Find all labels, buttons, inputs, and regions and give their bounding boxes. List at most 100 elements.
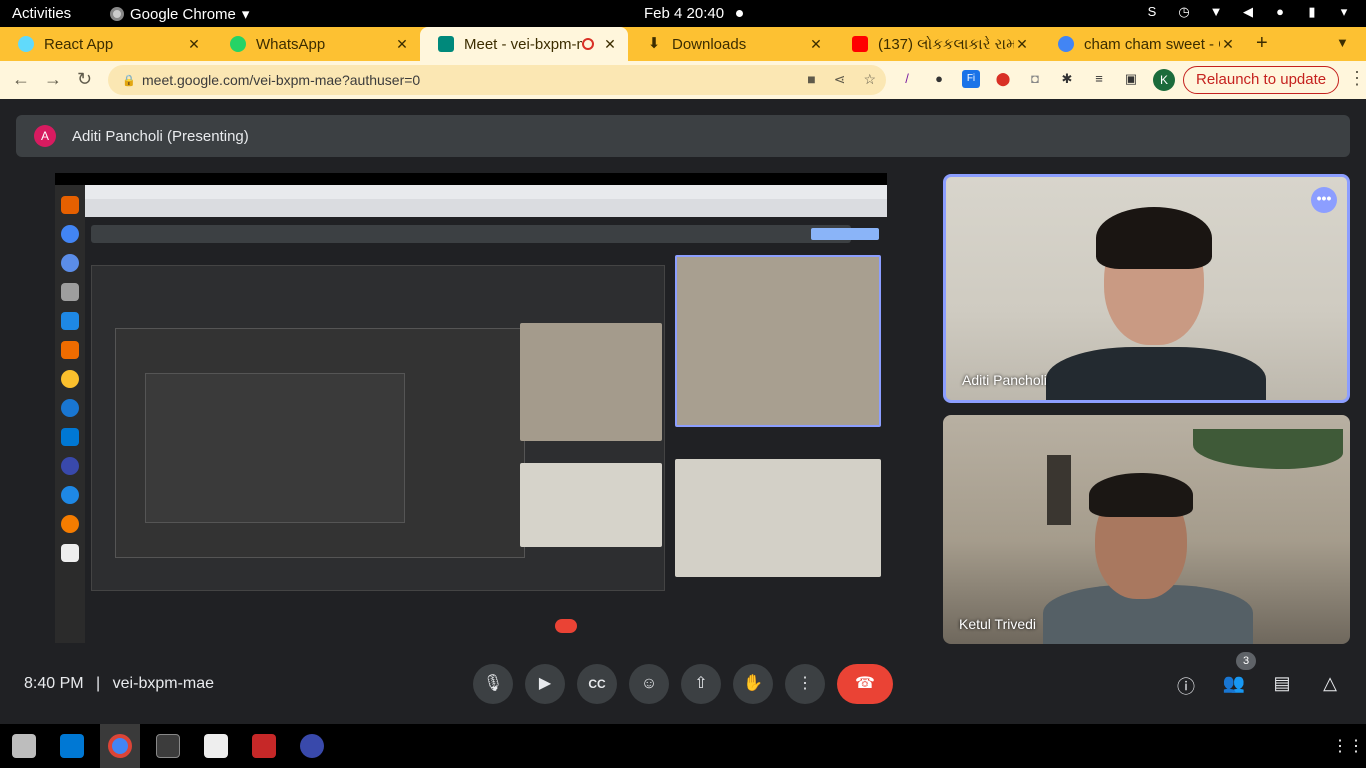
tab-label: React App	[44, 35, 114, 53]
more-vert-icon[interactable]: ⋮	[1348, 68, 1366, 89]
presenting-banner: A Aditi Pancholi (Presenting)	[16, 115, 1350, 157]
close-icon[interactable]: ✕	[808, 36, 824, 53]
terminal-icon[interactable]	[156, 734, 180, 758]
vscode-icon	[61, 428, 79, 446]
shared-end-call-icon	[555, 619, 577, 633]
close-icon[interactable]: ✕	[602, 36, 618, 53]
show-apps-grid-icon[interactable]: ⋮⋮⋮	[1332, 736, 1366, 756]
google-meet-icon	[438, 36, 454, 52]
back-arrow-icon[interactable]: ←	[12, 69, 30, 90]
side-panel-icon[interactable]: ▣	[1122, 70, 1140, 88]
chrome-icon[interactable]	[108, 734, 132, 758]
relaunch-button[interactable]: Relaunch to update	[1183, 66, 1340, 94]
reload-icon[interactable]: ↻	[77, 69, 92, 90]
present-screen-button[interactable]: ⇧	[681, 664, 721, 704]
presenter-avatar: A	[34, 125, 56, 147]
meet-controls-bar: 8:40 PM | vei-bxpm-mae 🎙 ▶ CC ☺ ⇧ ✋ ⋮ ☎ …	[0, 655, 1366, 713]
tab-downloads[interactable]: ⬇ Downloads ✕	[628, 27, 834, 61]
tab-whatsapp[interactable]: WhatsApp ✕	[212, 27, 420, 61]
chat-icon[interactable]: ▤	[1270, 673, 1294, 694]
spy-extension-icon[interactable]: ●	[930, 70, 948, 88]
extensions-area: / ● Fi ⬤ ◘ ✱ ≡ ▣	[898, 70, 1140, 88]
download-icon: ⬇	[647, 35, 661, 52]
tab-youtube[interactable]: (137) લોકકલાકારે રામ | ર ✕	[834, 27, 1040, 61]
store-icon	[61, 341, 79, 359]
participant-video-body	[1046, 347, 1266, 400]
captions-button[interactable]: CC	[577, 664, 617, 704]
participant-tile-ketul[interactable]: Ketul Trivedi	[943, 415, 1350, 644]
tab-react-app[interactable]: React App ✕	[0, 27, 212, 61]
filezilla-icon[interactable]	[252, 734, 276, 758]
chrome-icon	[110, 7, 124, 21]
participant-name: Ketul Trivedi	[959, 616, 1037, 632]
info-separator: |	[96, 675, 101, 692]
tab-meet[interactable]: Meet - vei-bxpm-m ✕	[420, 27, 628, 61]
emoji-reaction-button[interactable]: ☺	[629, 664, 669, 704]
tab-label: (137) લોકકલાકારે રામ | ર	[878, 35, 1014, 53]
meeting-details-icon[interactable]: ⓘ	[1174, 673, 1198, 699]
forward-arrow-icon[interactable]: →	[44, 69, 62, 90]
tab-google-search[interactable]: cham cham sweet - G ✕	[1040, 27, 1246, 61]
activities-button[interactable]: Activities	[12, 5, 71, 22]
app-menu[interactable]: Google Chrome ▾	[110, 5, 249, 23]
pen-extension-icon[interactable]: /	[898, 70, 916, 88]
document-icon	[61, 312, 79, 330]
disc-icon	[61, 370, 79, 388]
battery-icon[interactable]: ▮	[1304, 4, 1320, 20]
skype-icon[interactable]: S	[1144, 4, 1160, 20]
activities-icon[interactable]: △	[1318, 673, 1342, 694]
system-tray[interactable]: S ◷ ▼ ◀ ● ▮ ▾	[1144, 4, 1352, 20]
opera-extension-icon[interactable]: ⬤	[994, 70, 1012, 88]
share-icon[interactable]: ⋖	[834, 71, 846, 88]
raise-hand-button[interactable]: ✋	[733, 664, 773, 704]
wifi-icon[interactable]: ▼	[1208, 4, 1224, 20]
more-options-icon[interactable]: •••	[1311, 187, 1337, 213]
help-icon	[61, 399, 79, 417]
tab-search-chevron-icon[interactable]: ▼	[1336, 35, 1349, 50]
system-clock[interactable]: Feb 4 20:40	[644, 5, 724, 22]
close-icon[interactable]: ✕	[1014, 36, 1030, 53]
people-icon[interactable]: 👥	[1222, 673, 1246, 694]
close-icon[interactable]: ✕	[186, 36, 202, 53]
end-call-button[interactable]: ☎	[837, 664, 893, 704]
meet-page: A Aditi Pancholi (Presenting) ••• Aditi …	[0, 99, 1366, 724]
tab-label: WhatsApp	[256, 35, 326, 53]
camera-button[interactable]: ▶	[525, 664, 565, 704]
camera-icon[interactable]: ■	[807, 71, 815, 88]
tab-label: cham cham sweet - G	[1084, 35, 1220, 53]
microphone-button[interactable]: 🎙	[473, 664, 513, 704]
url-text[interactable]: meet.google.com/vei-bxpm-mae?authuser=0	[142, 72, 420, 88]
puzzle-extensions-icon[interactable]: ✱	[1058, 70, 1076, 88]
meeting-time: 8:40 PM	[24, 675, 84, 692]
new-tab-icon[interactable]: +	[1256, 32, 1268, 55]
participant-name: Aditi Pancholi	[962, 372, 1047, 388]
skype-icon	[61, 486, 79, 504]
chevron-down-icon[interactable]: ▾	[1336, 4, 1352, 20]
files-icon[interactable]	[12, 734, 36, 758]
editor-icon	[61, 544, 79, 562]
taskbar: ⋮⋮⋮	[0, 724, 1366, 768]
media-controls-icon[interactable]: ≡	[1090, 70, 1108, 88]
microphone-icon[interactable]: ●	[1272, 4, 1288, 20]
screenshot-extension-icon[interactable]: ◘	[1026, 70, 1044, 88]
close-icon[interactable]: ✕	[1220, 36, 1236, 53]
volume-icon[interactable]: ◀	[1240, 4, 1256, 20]
participant-tile-aditi[interactable]: ••• Aditi Pancholi	[943, 174, 1350, 403]
more-options-button[interactable]: ⋮	[785, 664, 825, 704]
address-bar[interactable]: 🔒 meet.google.com/vei-bxpm-mae?authuser=…	[108, 65, 886, 95]
vscode-icon[interactable]	[60, 734, 84, 758]
timer-icon[interactable]	[300, 734, 324, 758]
presented-screen[interactable]	[55, 173, 887, 643]
close-icon[interactable]: ✕	[394, 36, 410, 53]
meeting-code: vei-bxpm-mae	[112, 675, 215, 692]
profile-avatar[interactable]: K	[1153, 69, 1175, 91]
shared-address-bar	[85, 199, 887, 217]
shared-top-bar	[55, 173, 887, 185]
nested-tile-ketul	[520, 323, 662, 441]
text-editor-icon[interactable]	[204, 734, 228, 758]
bookmark-star-icon[interactable]: ☆	[863, 71, 876, 88]
postman-icon	[61, 515, 79, 533]
fi-extension-icon[interactable]: Fi	[962, 70, 980, 88]
timer-icon[interactable]: ◷	[1176, 4, 1192, 20]
shared-tile-ketul	[675, 255, 881, 427]
